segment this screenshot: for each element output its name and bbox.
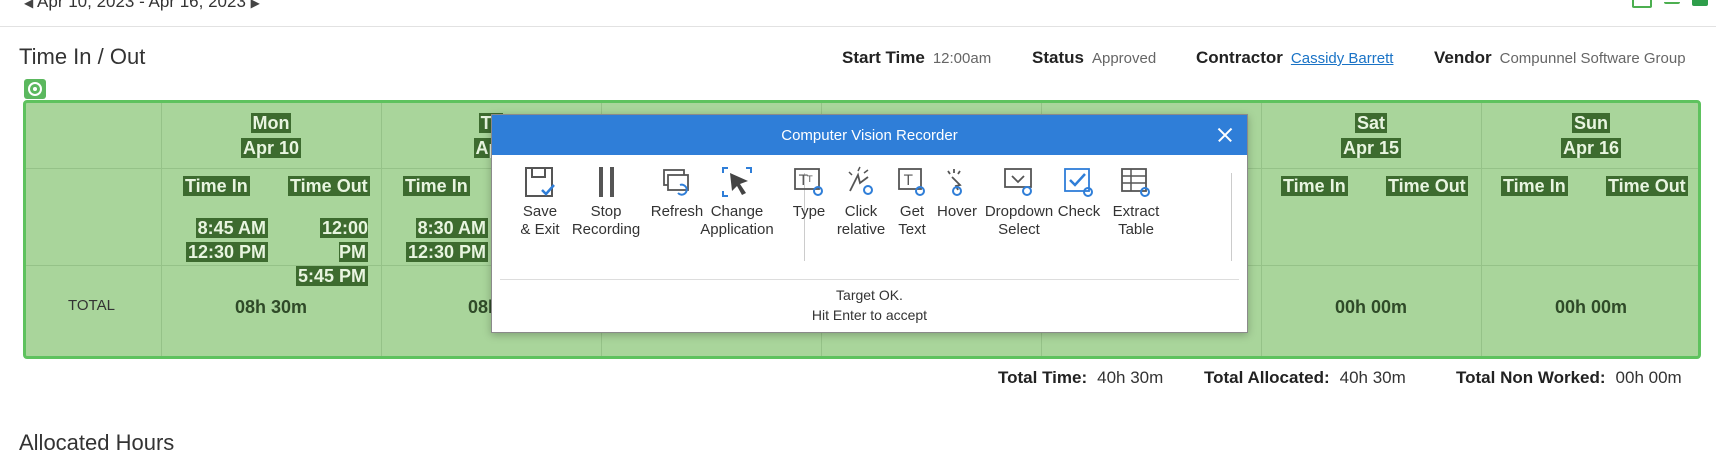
menu-icon[interactable] [1664,0,1680,4]
save-exit-button[interactable]: Save & Exit [510,165,570,239]
total-non-worked-label: Total Non Worked: [1456,368,1606,387]
status: Status Approved [1032,48,1156,68]
contractor-link[interactable]: Cassidy Barrett [1291,50,1394,67]
dropdown-select-button[interactable]: Dropdown Select [978,165,1060,239]
total-sun: 00h 00m [1554,297,1628,317]
stop-recording-button[interactable]: Stop Recording [566,165,646,239]
total-allocated: Total Allocated: 40h 30m [1204,368,1406,388]
dialog-divider [500,279,1239,280]
check-icon [1064,168,1093,197]
total-sat: 00h 00m [1334,297,1408,317]
top-actions [1632,0,1708,8]
svg-text:T: T [903,173,913,189]
allocated-hours-title: Allocated Hours [19,430,175,455]
total-time: Total Time: 40h 30m [998,368,1163,388]
get-text-button[interactable]: T Get Text [890,165,934,239]
next-week-icon[interactable]: ▶ [251,0,260,10]
day-header-sat: Sat Apr 15 [1340,113,1402,158]
dropdown-icon [1004,168,1032,196]
check-button[interactable]: Check [1055,165,1103,221]
total-allocated-value: 40h 30m [1339,368,1406,387]
total-mon: 08h 30m [234,297,308,317]
time-in-values[interactable]: 8:45 AM 12:30 PM [178,216,268,264]
total-non-worked-value: 00h 00m [1615,368,1682,387]
recorder-title: Computer Vision Recorder [781,126,958,144]
status-line-1: Target OK. [836,287,903,303]
date-range-nav: ◀ Apr 10, 2023 - Apr 16, 2023 ▶ [24,0,260,12]
total-row-label: TOTAL [68,297,115,314]
prev-week-icon[interactable]: ◀ [24,0,33,10]
time-out-header: Time Out [1606,176,1688,196]
table-icon [1121,168,1150,197]
extract-table-button[interactable]: Extract Table [1105,165,1167,239]
toolbar-separator [1231,173,1232,261]
contractor: Contractor Cassidy Barrett [1196,48,1393,68]
top-bar: ◀ Apr 10, 2023 - Apr 16, 2023 ▶ [0,0,1716,27]
recorder-dialog: Computer Vision Recorder Save & Exit Stop… [491,114,1248,333]
date-range: Apr 10, 2023 - Apr 16, 2023 [37,0,246,11]
type-icon: TT [794,168,823,196]
vendor-value: Compunnel Software Group [1499,50,1686,67]
contractor-label: Contractor [1196,48,1283,67]
day-header-mon: Mon Apr 10 [240,113,302,158]
cursor-icon [722,167,752,197]
hover-button[interactable]: Hover [932,165,982,221]
svg-text:T: T [806,175,813,185]
time-in-header: Time In [1501,176,1568,196]
vendor-label: Vendor [1434,48,1492,67]
refresh-icon [663,169,689,196]
start-time-label: Start Time [842,48,925,67]
change-application-button[interactable]: Change Application [690,165,784,239]
status-line-2: Hit Enter to accept [811,307,928,323]
time-in-values[interactable]: 8:30 AM 12:30 PM [398,216,488,264]
status-label: Status [1032,48,1084,67]
start-time: Start Time 12:00am [842,48,991,68]
time-out-header: Time Out [288,176,370,196]
target-icon [24,79,46,99]
time-out-header: Time Out [1386,176,1468,196]
total-time-label: Total Time: [998,368,1088,387]
close-icon[interactable] [1213,123,1237,147]
page-title: Time In / Out [19,44,146,69]
start-time-value: 12:00am [932,50,992,67]
pause-icon [599,167,614,197]
vendor: Vendor Compunnel Software Group [1434,48,1686,68]
day-header-sun: Sun Apr 16 [1560,113,1622,158]
time-out-values[interactable]: 12:00 PM 5:45 PM [286,216,368,288]
time-in-header: Time In [1281,176,1348,196]
add-icon[interactable] [1692,0,1708,6]
total-time-value: 40h 30m [1097,368,1164,387]
total-non-worked: Total Non Worked: 00h 00m [1456,368,1682,388]
time-in-header: Time In [183,176,250,196]
recorder-toolbar: Save & Exit Stop Recording Refresh Change A… [492,165,1247,265]
save-icon [525,167,555,197]
time-in-header: Time In [403,176,470,196]
total-allocated-label: Total Allocated: [1204,368,1330,387]
status-value: Approved [1091,50,1157,67]
export-icon[interactable] [1632,0,1652,8]
click-icon [848,166,873,195]
get-text-icon: T [898,168,925,196]
recorder-title-bar: Computer Vision Recorder [492,115,1247,155]
click-relative-button[interactable]: Click relative [830,165,892,239]
hover-icon [947,169,962,196]
type-button[interactable]: TT Type [786,165,832,221]
recorder-status: Target OK. Hit Enter to accept [492,285,1247,325]
